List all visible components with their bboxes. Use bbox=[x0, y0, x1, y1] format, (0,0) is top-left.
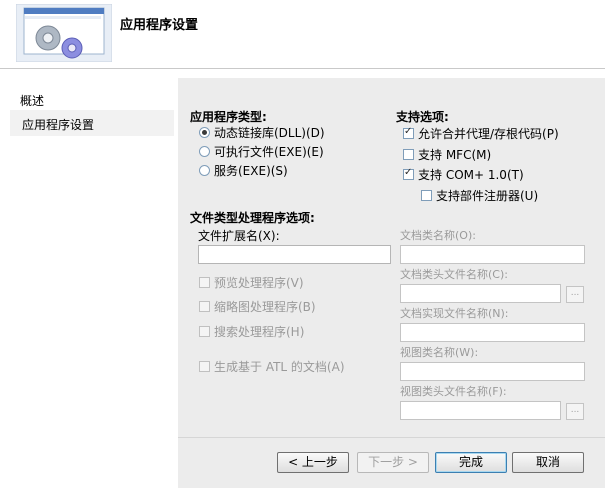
sidebar-item-app-settings[interactable]: 应用程序设置 bbox=[22, 116, 94, 133]
button-divider bbox=[178, 437, 605, 438]
view-header-label: 视图类头文件名称(F): bbox=[400, 385, 507, 398]
check-merge-proxy-label: 允许合并代理/存根代码(P) bbox=[418, 127, 559, 141]
view-class-input[interactable] bbox=[400, 362, 585, 381]
view-header-browse-button[interactable]: ... bbox=[566, 403, 584, 420]
next-button[interactable]: 下一步 > bbox=[357, 452, 429, 473]
check-merge-proxy[interactable]: 允许合并代理/存根代码(P) bbox=[403, 125, 559, 142]
check-component-registrar-box[interactable] bbox=[421, 190, 432, 201]
check-mfc[interactable]: 支持 MFC(M) bbox=[403, 146, 491, 163]
check-merge-proxy-box[interactable] bbox=[403, 126, 414, 139]
header-divider bbox=[0, 68, 605, 69]
check-complus[interactable]: 支持 COM+ 1.0(T) bbox=[403, 166, 524, 183]
doc-impl-input[interactable] bbox=[400, 323, 585, 342]
doc-class-input[interactable] bbox=[400, 245, 585, 264]
check-thumbnail-handler[interactable]: 缩略图处理程序(B) bbox=[199, 298, 316, 315]
check-search-handler-label: 搜索处理程序(H) bbox=[214, 325, 305, 339]
doc-header-input[interactable] bbox=[400, 284, 561, 303]
page-title: 应用程序设置 bbox=[120, 18, 199, 33]
settings-gears-icon bbox=[16, 4, 112, 62]
doc-header-browse-button[interactable]: ... bbox=[566, 286, 584, 303]
support-options-title: 支持选项: bbox=[396, 110, 449, 124]
radio-dll-control[interactable] bbox=[199, 127, 210, 138]
check-atl-document-label: 生成基于 ATL 的文档(A) bbox=[214, 360, 345, 374]
check-preview-handler-box[interactable] bbox=[199, 277, 210, 288]
doc-impl-label: 文档实现文件名称(N): bbox=[400, 307, 509, 320]
radio-service[interactable]: 服务(EXE)(S) bbox=[199, 162, 288, 179]
check-search-handler[interactable]: 搜索处理程序(H) bbox=[199, 323, 304, 340]
check-complus-box[interactable] bbox=[403, 167, 414, 180]
app-type-title: 应用程序类型: bbox=[190, 110, 267, 124]
finish-button[interactable]: 完成 bbox=[435, 452, 507, 473]
check-component-registrar[interactable]: 支持部件注册器(U) bbox=[421, 187, 538, 204]
check-complus-label: 支持 COM+ 1.0(T) bbox=[418, 168, 524, 182]
check-atl-document-box[interactable] bbox=[199, 361, 210, 372]
check-component-registrar-label: 支持部件注册器(U) bbox=[436, 189, 539, 203]
cancel-button[interactable]: 取消 bbox=[512, 452, 584, 473]
radio-dll[interactable]: 动态链接库(DLL)(D) bbox=[199, 124, 325, 141]
file-ext-input[interactable] bbox=[198, 245, 391, 264]
wizard-sidebar bbox=[0, 78, 178, 488]
radio-dll-label: 动态链接库(DLL)(D) bbox=[214, 126, 325, 140]
file-ext-label: 文件扩展名(X): bbox=[198, 229, 280, 243]
radio-service-label: 服务(EXE)(S) bbox=[214, 164, 288, 178]
radio-exe-control[interactable] bbox=[199, 146, 210, 157]
check-mfc-box[interactable] bbox=[403, 149, 414, 160]
check-preview-handler[interactable]: 预览处理程序(V) bbox=[199, 274, 304, 291]
radio-service-control[interactable] bbox=[199, 165, 210, 176]
doc-header-label: 文档类头文件名称(C): bbox=[400, 268, 508, 281]
check-preview-handler-label: 预览处理程序(V) bbox=[214, 276, 304, 290]
view-class-label: 视图类名称(W): bbox=[400, 346, 479, 359]
doc-class-label: 文档类名称(O): bbox=[400, 229, 476, 242]
sidebar-item-overview[interactable]: 概述 bbox=[20, 92, 44, 109]
wizard-header: 应用程序设置 bbox=[0, 0, 605, 68]
check-thumbnail-handler-label: 缩略图处理程序(B) bbox=[214, 300, 316, 314]
view-header-input[interactable] bbox=[400, 401, 561, 420]
check-mfc-label: 支持 MFC(M) bbox=[418, 148, 492, 162]
radio-exe[interactable]: 可执行文件(EXE)(E) bbox=[199, 143, 324, 160]
check-thumbnail-handler-box[interactable] bbox=[199, 301, 210, 312]
check-search-handler-box[interactable] bbox=[199, 326, 210, 337]
prev-button[interactable]: < 上一步 bbox=[277, 452, 349, 473]
file-handler-title: 文件类型处理程序选项: bbox=[190, 211, 315, 225]
radio-exe-label: 可执行文件(EXE)(E) bbox=[214, 145, 324, 159]
check-atl-document[interactable]: 生成基于 ATL 的文档(A) bbox=[199, 358, 345, 375]
